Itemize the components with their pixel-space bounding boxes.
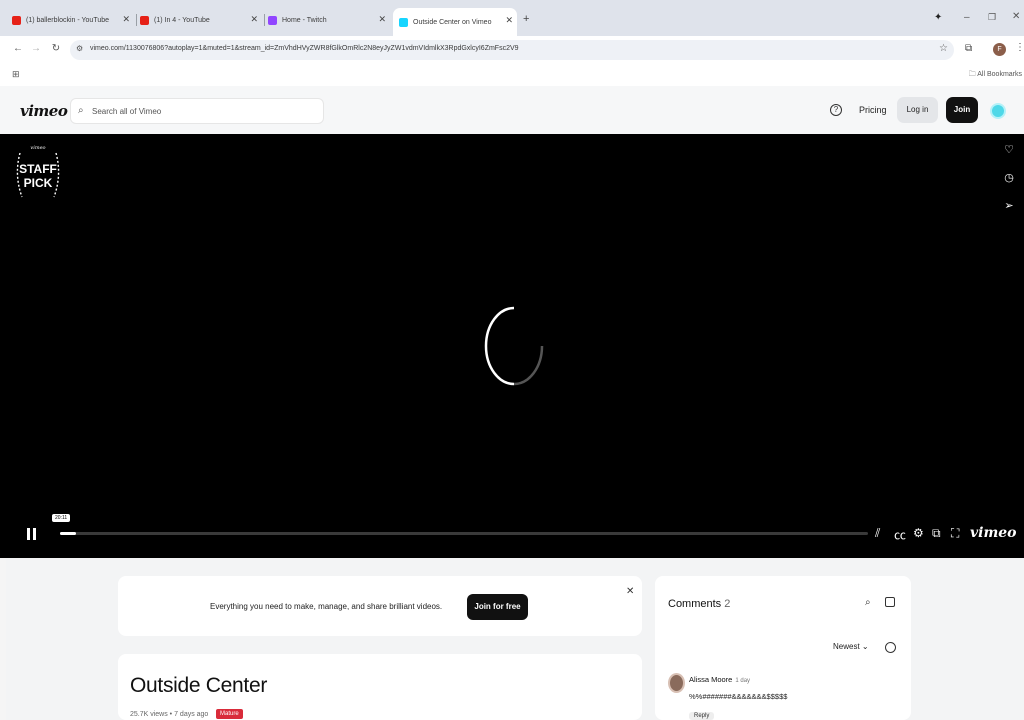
- progress-bar[interactable]: [60, 532, 868, 535]
- comments-panel: Comments 2 ⌕ Newest ⌄ Alissa Moore 1 day %…: [655, 576, 911, 720]
- all-bookmarks-button[interactable]: 🗀 All Bookmarks: [969, 70, 1022, 81]
- profile-avatar[interactable]: F: [993, 43, 1006, 56]
- youtube-favicon-icon: [140, 15, 149, 25]
- close-tab-icon[interactable]: ✕: [378, 14, 386, 25]
- minimize-window-icon[interactable]: –: [964, 12, 970, 23]
- join-promo-banner: Everything you need to make, manage, and…: [118, 576, 642, 636]
- site-info-icon[interactable]: ⚙: [76, 44, 83, 53]
- quality-hd-icon[interactable]: ⫽: [875, 526, 880, 541]
- url-text[interactable]: vimeo.com/1130076806?autoplay=1&muted=1&…: [90, 45, 519, 52]
- folder-icon: 🗀: [968, 71, 976, 78]
- loading-spinner: [484, 306, 544, 386]
- sort-label: Newest: [833, 642, 860, 651]
- settings-gear-icon[interactable]: ⚙: [913, 526, 924, 540]
- commenter-avatar[interactable]: [668, 673, 685, 693]
- gemini-sparkle-icon[interactable]: ✦: [934, 12, 942, 23]
- close-tab-icon[interactable]: ✕: [122, 14, 130, 25]
- player-controls: 20:11 ⫽ ㏄ ⚙ ⧉ ⛶ vimeo: [0, 514, 1024, 558]
- comment-body: %%#######&&&&&&&$$$$$: [689, 692, 788, 701]
- tab-title: Home - Twitch: [282, 16, 327, 24]
- tab-title: (1) In 4 - YouTube: [154, 16, 210, 24]
- search-comments-icon[interactable]: ⌕: [865, 597, 871, 608]
- join-for-free-button[interactable]: Join for free: [467, 594, 528, 620]
- tab-title: (1) ballerblockin - YouTube: [26, 16, 110, 24]
- video-player[interactable]: vimeo STAFF PICK ♡ ◷ ➢ 20:11 ⫽ ㏄ ⚙ ⧉ ⛶ vi…: [0, 134, 1024, 558]
- staff-pick-badge: vimeo STAFF PICK: [16, 145, 60, 198]
- comments-title-label: Comments: [668, 598, 722, 610]
- twitch-favicon-icon: [268, 15, 277, 25]
- apps-grid-icon[interactable]: ⊞: [12, 69, 20, 80]
- video-title: Outside Center: [130, 674, 268, 697]
- sort-dropdown[interactable]: Newest ⌄: [833, 642, 869, 651]
- join-button[interactable]: Join: [946, 97, 978, 123]
- tab-divider: [136, 14, 137, 26]
- video-meta: 25.7K views • 7 days ago: [130, 711, 209, 718]
- badge-main-text: STAFF PICK: [19, 162, 57, 190]
- comments-count: 2: [724, 598, 731, 610]
- bookmarks-bar: ⊞ 🗀 All Bookmarks: [0, 64, 1024, 86]
- bookmark-star-icon[interactable]: ☆: [939, 43, 948, 54]
- browser-tab-strip: (1) ballerblockin - YouTube ✕ (1) In 4 -…: [0, 0, 1024, 36]
- fullscreen-icon[interactable]: ⛶: [951, 526, 959, 541]
- browser-tab-youtube-1[interactable]: (1) ballerblockin - YouTube ✕: [12, 9, 134, 31]
- login-button[interactable]: Log in: [897, 97, 938, 123]
- browser-tab-vimeo-active[interactable]: Outside Center on Vimeo ✕: [393, 8, 517, 36]
- timecode-tooltip: 20:11: [52, 514, 71, 522]
- vimeo-favicon-icon: [399, 17, 408, 27]
- reload-icon[interactable]: ↻: [49, 42, 63, 56]
- promo-text: Everything you need to make, manage, and…: [210, 602, 443, 611]
- close-window-icon[interactable]: ✕: [1012, 11, 1020, 22]
- badge-top-text: vimeo: [30, 145, 45, 151]
- search-placeholder: Search all of Vimeo: [92, 107, 162, 116]
- close-promo-icon[interactable]: ✕: [626, 586, 634, 597]
- new-tab-button[interactable]: +: [523, 13, 529, 25]
- comments-title: Comments 2: [668, 598, 730, 610]
- chevron-down-icon: ⌄: [861, 642, 869, 651]
- tab-title: Outside Center on Vimeo: [413, 18, 492, 26]
- reply-button[interactable]: Reply: [689, 712, 715, 720]
- search-input[interactable]: ⌕ Search all of Vimeo: [70, 98, 324, 124]
- comment-author[interactable]: Alissa Moore 1 day: [689, 675, 750, 684]
- tab-divider: [264, 14, 265, 26]
- address-bar[interactable]: ⚙ vimeo.com/1130076806?autoplay=1&muted=…: [70, 40, 954, 60]
- all-bookmarks-label: All Bookmarks: [977, 71, 1022, 78]
- like-heart-icon[interactable]: ♡: [1002, 143, 1016, 157]
- vimeo-watermark-logo[interactable]: vimeo: [970, 525, 1017, 541]
- user-avatar[interactable]: [990, 103, 1006, 119]
- side-panel-icon[interactable]: ⧉: [965, 43, 972, 54]
- comment-age: 1 day: [735, 678, 751, 684]
- search-icon: ⌕: [78, 105, 84, 116]
- captions-icon[interactable]: ㏄: [894, 526, 906, 543]
- restore-window-icon[interactable]: ❐: [988, 12, 996, 23]
- vimeo-header: vimeo ⌕ Search all of Vimeo ? Pricing Lo…: [0, 86, 1024, 134]
- expand-comments-icon[interactable]: [885, 597, 895, 607]
- video-info-card: Outside Center 25.7K views • 7 days ago …: [118, 654, 642, 720]
- forward-arrow-icon[interactable]: →: [29, 42, 43, 56]
- browser-toolbar: ← → ↻ ⚙ vimeo.com/1130076806?autoplay=1&…: [0, 36, 1024, 64]
- picture-in-picture-icon[interactable]: ⧉: [932, 526, 941, 541]
- comment-filter-icon[interactable]: [885, 642, 896, 653]
- mature-badge: Mature: [216, 709, 243, 719]
- watch-later-clock-icon[interactable]: ◷: [1002, 171, 1016, 185]
- browser-tab-twitch[interactable]: Home - Twitch ✕: [268, 9, 390, 31]
- youtube-favicon-icon: [12, 15, 21, 25]
- comment-author-name[interactable]: Alissa Moore: [689, 675, 732, 684]
- pause-button[interactable]: [26, 528, 38, 540]
- progress-fill: [60, 532, 77, 535]
- close-tab-icon[interactable]: ✕: [250, 14, 258, 25]
- browser-menu-icon[interactable]: ⋮: [1015, 42, 1024, 53]
- back-arrow-icon[interactable]: ←: [11, 42, 25, 56]
- share-send-icon[interactable]: ➢: [1002, 199, 1016, 213]
- vimeo-logo[interactable]: vimeo: [20, 102, 68, 120]
- pricing-link[interactable]: Pricing: [859, 105, 887, 115]
- browser-tab-youtube-2[interactable]: (1) In 4 - YouTube ✕: [140, 9, 262, 31]
- help-icon[interactable]: ?: [830, 104, 842, 116]
- close-tab-icon[interactable]: ✕: [505, 15, 513, 26]
